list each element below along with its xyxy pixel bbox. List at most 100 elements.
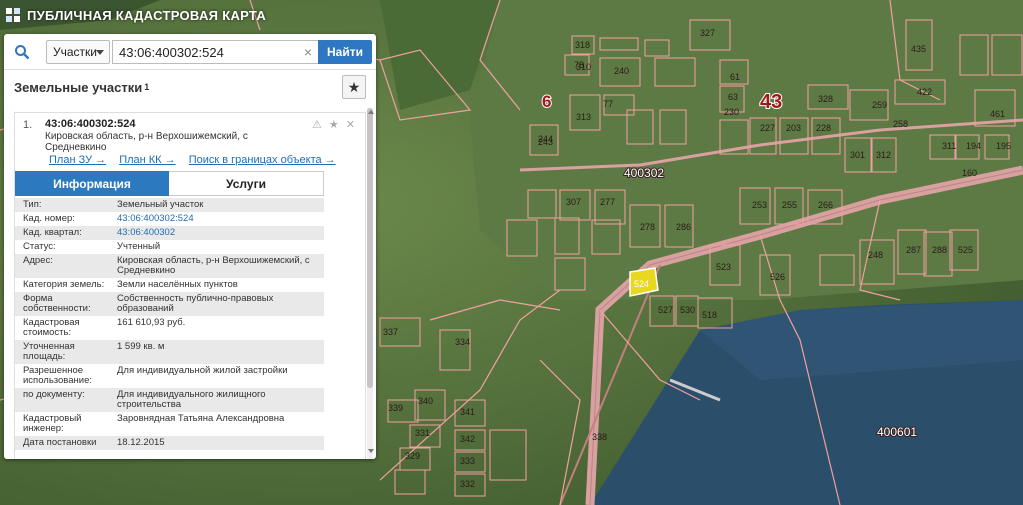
result-cadastral-number[interactable]: 43:06:400302:524 [45, 118, 136, 130]
plot-number-label[interactable]: 286 [676, 222, 691, 232]
plot-number-label[interactable]: 525 [958, 245, 973, 255]
plot-number-label[interactable]: 63 [728, 92, 738, 102]
attr-value-link[interactable]: 43:06:400302 [117, 228, 324, 238]
table-row: Кад. квартал: 43:06:400302 [15, 226, 324, 240]
plot-number-label[interactable]: 230 [724, 107, 739, 117]
district-number-43: 43 [760, 91, 782, 113]
clear-icon[interactable]: × [304, 44, 312, 60]
plot-number-label[interactable]: 422 [917, 87, 932, 97]
plot-number-label[interactable]: 227 [760, 123, 775, 133]
app-titlebar: ПУБЛИЧНАЯ КАДАСТРОВАЯ КАРТА [0, 0, 266, 30]
plot-number-label[interactable]: 530 [680, 305, 695, 315]
plot-number-label[interactable]: 526 [770, 272, 785, 282]
plot-number-label[interactable]: 203 [786, 123, 801, 133]
attr-value: Заровнядная Татьяна Александровна [117, 413, 285, 424]
result-tabs: Информация Услуги [15, 171, 324, 196]
plot-number-label[interactable]: 244 [538, 134, 553, 144]
attr-value: Кировская область, р-н Верхошижемский, с… [117, 255, 310, 276]
district-number-6: 6 [542, 92, 551, 111]
plot-number-label[interactable]: 255 [782, 200, 797, 210]
attr-label: Статус: [23, 241, 56, 252]
attr-label: Категория земель: [23, 279, 105, 290]
attr-value: 18.12.2015 [117, 437, 165, 448]
plot-number-label[interactable]: 266 [818, 200, 833, 210]
panel-scrollbar[interactable] [367, 108, 373, 459]
plot-number-label[interactable]: 461 [990, 109, 1005, 119]
quarter-label-400302: 400302 [624, 166, 664, 180]
scroll-down-icon[interactable] [368, 449, 374, 453]
plot-number-label[interactable]: 288 [932, 245, 947, 255]
plot-number-label[interactable]: 318 [575, 40, 590, 50]
plot-number-label[interactable]: 194 [966, 141, 981, 151]
attr-value: Для индивидуальной жилой застройки [117, 365, 288, 376]
plot-number-label[interactable]: 240 [614, 66, 629, 76]
section-title: Земельные участки [14, 79, 143, 95]
attr-value: Земли населённых пунктов [117, 279, 238, 290]
plot-number-label[interactable]: 312 [876, 150, 891, 160]
table-row: Кадастровая стоимость: 161 610,93 руб. [15, 316, 324, 340]
plot-number-label[interactable]: 339 [388, 403, 403, 413]
plot-number-label[interactable]: 248 [868, 250, 883, 260]
plot-number-label[interactable]: 518 [702, 310, 717, 320]
object-type-select[interactable]: Участки [46, 40, 110, 64]
search-input[interactable]: 43:06:400302:524 × [112, 40, 318, 64]
plan-kk-link[interactable]: План КК → [119, 154, 175, 166]
plot-number-label[interactable]: 313 [576, 112, 591, 122]
plot-number-label[interactable]: 195 [996, 141, 1011, 151]
table-row: Тип: Земельный участок [15, 198, 324, 212]
plot-number-label[interactable]: 527 [658, 305, 673, 315]
plot-number-label[interactable]: 341 [460, 407, 475, 417]
attr-value: 161 610,93 руб. [117, 317, 186, 328]
plan-zu-link[interactable]: План ЗУ → [49, 154, 106, 166]
plot-number-label[interactable]: 334 [455, 337, 470, 347]
plot-number-label[interactable]: 78 [574, 60, 584, 70]
plot-number-label[interactable]: 307 [566, 197, 581, 207]
attr-label: по документу: [23, 389, 85, 400]
plot-number-label[interactable]: 287 [906, 245, 921, 255]
table-row: Категория земель: Земли населённых пункто… [15, 278, 324, 292]
plot-number-label[interactable]: 61 [730, 72, 740, 82]
plot-number-label[interactable]: 253 [752, 200, 767, 210]
plot-number-label[interactable]: 259 [872, 100, 887, 110]
plot-number-label[interactable]: 258 [893, 119, 908, 129]
plot-number-label[interactable]: 160 [962, 168, 977, 178]
search-within-link[interactable]: Поиск в границах объекта → [189, 154, 336, 166]
plot-number-label[interactable]: 327 [700, 28, 715, 38]
tab-services[interactable]: Услуги [169, 171, 324, 196]
village-area [470, 0, 1023, 300]
plot-number-label[interactable]: 435 [911, 44, 926, 54]
plot-number-label[interactable]: 342 [460, 434, 475, 444]
result-count: 1 [144, 82, 150, 92]
plot-number-label[interactable]: 331 [415, 428, 430, 438]
find-button[interactable]: Найти [318, 40, 372, 64]
scroll-up-icon[interactable] [368, 110, 374, 114]
favorite-star-icon[interactable]: ★ [342, 75, 366, 99]
attr-value-link[interactable]: 43:06:400302:524 [117, 214, 324, 224]
plot-number-label[interactable]: 523 [716, 262, 731, 272]
attr-value: Собственность публично-правовых образова… [117, 293, 274, 314]
plot-number-label[interactable]: 332 [460, 479, 475, 489]
plot-number-label[interactable]: 337 [383, 327, 398, 337]
plot-number-label[interactable]: 329 [405, 451, 420, 461]
tab-information[interactable]: Информация [15, 171, 169, 196]
search-icon[interactable] [4, 34, 40, 70]
attr-label: Тип: [23, 199, 42, 210]
table-row: Дата постановки 18.12.2015 [15, 436, 324, 450]
object-type-value: Участки [53, 45, 97, 59]
plot-number-label[interactable]: 328 [818, 94, 833, 104]
plot-number-label[interactable]: 228 [816, 123, 831, 133]
plot-number-label[interactable]: 301 [850, 150, 865, 160]
result-action-icons[interactable]: ⚠ ★ ✕ [312, 118, 357, 131]
result-number: 1. [23, 119, 33, 131]
plot-number-label[interactable]: 277 [600, 197, 615, 207]
scrollbar-thumb[interactable] [367, 108, 373, 388]
plot-number-label[interactable]: 77 [603, 99, 613, 109]
plot-number-label[interactable]: 278 [640, 222, 655, 232]
plot-number-label[interactable]: 340 [418, 396, 433, 406]
attr-label: Дата постановки [23, 437, 97, 448]
plot-number-label[interactable]: 311 [942, 141, 956, 151]
plot-number-label[interactable]: 333 [460, 456, 475, 466]
plot-number-label[interactable]: 338 [592, 432, 607, 442]
attr-label: Кад. номер: [23, 213, 75, 224]
chevron-down-icon [96, 50, 104, 55]
